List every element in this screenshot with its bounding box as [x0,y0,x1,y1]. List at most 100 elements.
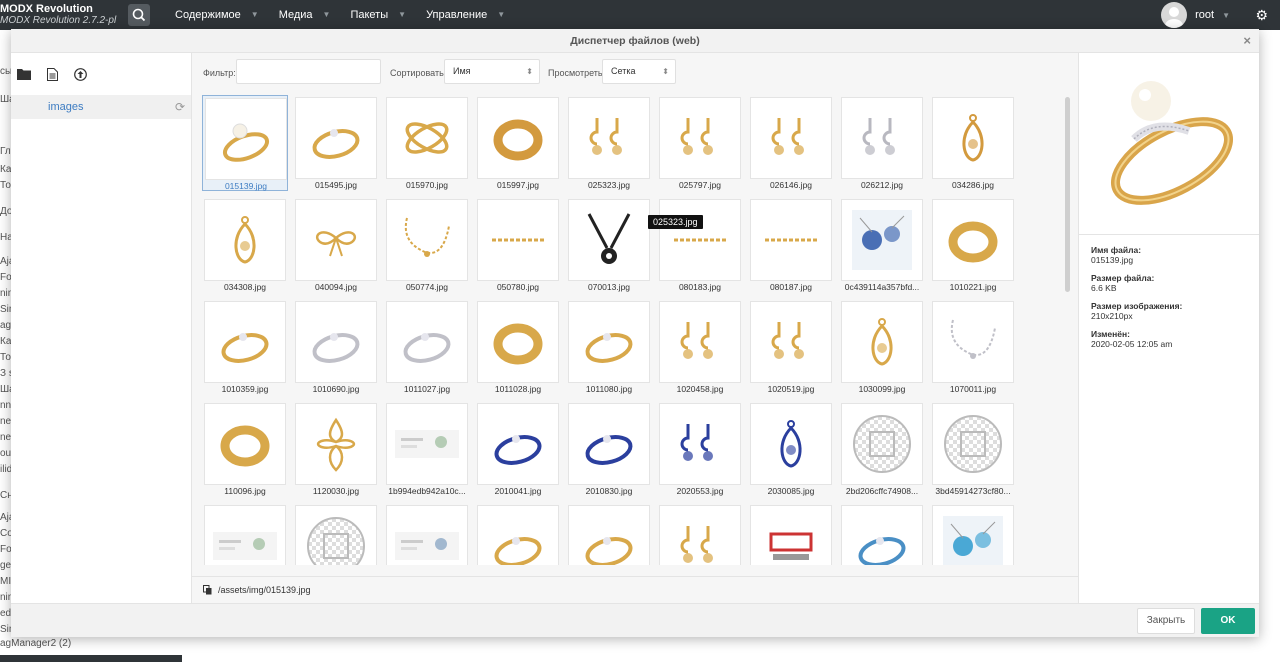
close-button[interactable]: Закрыть [1137,608,1195,634]
file-thumbnail[interactable]: 1b994edb942a10c... [384,401,470,497]
thumbnail-image [477,301,559,383]
thumbnail-image [841,199,923,281]
file-tooltip: 025323.jpg [648,215,703,229]
chevron-down-icon: ▼ [497,10,506,19]
info-value: 210x210px [1091,311,1133,321]
nav-item-media[interactable]: Медиа ▼ [269,0,341,30]
file-thumbnail[interactable]: 025797.jpg [657,95,743,191]
file-name: 1020519.jpg [767,384,815,394]
nav-item-manage[interactable]: Управление ▼ [416,0,515,30]
file-thumbnail[interactable]: 070013.jpg [566,197,652,293]
file-thumbnail[interactable] [748,503,834,565]
refresh-icon[interactable]: ⟳ [175,95,185,119]
file-thumbnail[interactable]: 0c439114a357bfd... [839,197,925,293]
folder-icon[interactable] [17,67,31,81]
grid-scrollbar[interactable] [1065,97,1070,292]
file-thumbnail[interactable]: 2030085.jpg [748,401,834,497]
file-thumbnail[interactable]: 1011080.jpg [566,299,652,395]
file-thumbnail[interactable]: 015997.jpg [475,95,561,191]
file-thumbnail[interactable] [930,503,1016,565]
upload-icon[interactable] [73,67,87,81]
file-thumbnail[interactable]: 1020519.jpg [748,299,834,395]
file-thumbnail[interactable]: 050780.jpg [475,197,561,293]
thumbnail-image [568,403,650,485]
filter-input[interactable] [236,59,381,84]
file-thumbnail[interactable]: 080187.jpg [748,197,834,293]
file-thumbnail[interactable]: 1070011.jpg [930,299,1016,395]
file-thumbnail[interactable]: 2020553.jpg [657,401,743,497]
nav-item-packages[interactable]: Пакеты ▼ [340,0,416,30]
new-file-icon[interactable] [45,67,59,81]
file-thumbnail[interactable]: 015970.jpg [384,95,470,191]
thumbnail-image [568,505,650,565]
thumbnail-image [477,97,559,179]
file-thumbnail[interactable] [566,503,652,565]
file-thumbnail[interactable] [475,503,561,565]
info-key: Размер файла: [1091,273,1155,283]
search-button[interactable] [128,4,150,26]
file-thumbnail[interactable]: 026146.jpg [748,95,834,191]
copy-icon[interactable] [203,585,212,595]
thumbnail-image [659,403,741,485]
thumbnail-image [659,199,741,281]
ok-button[interactable]: OK [1201,608,1255,634]
file-thumbnail[interactable] [202,503,288,565]
file-thumbnail[interactable]: 026212.jpg [839,95,925,191]
file-name: 1011027.jpg [403,384,451,394]
preview-image [1079,53,1259,235]
info-value: 2020-02-05 12:05 am [1091,339,1173,349]
nav-item-content[interactable]: Содержимое ▼ [165,0,269,30]
file-thumbnail[interactable]: 3bd45914273cf80... [930,401,1016,497]
view-select[interactable]: Сетка ⬍ [602,59,676,84]
file-thumbnail[interactable]: 1120030.jpg [293,401,379,497]
file-thumbnail[interactable]: 034308.jpg [202,197,288,293]
file-thumbnail[interactable]: 1010359.jpg [202,299,288,395]
close-icon[interactable]: × [1243,29,1251,53]
file-thumbnail[interactable] [384,503,470,565]
file-thumbnail[interactable]: 025323.jpg [566,95,652,191]
file-thumbnail[interactable] [293,503,379,565]
file-thumbnail[interactable] [839,503,925,565]
file-thumbnail[interactable]: 1011027.jpg [384,299,470,395]
sort-select[interactable]: Имя ⬍ [444,59,540,84]
info-key: Имя файла: [1091,245,1142,255]
file-info: Имя файла: 015139.jpg Размер файла: 6.6 KB Р… [1079,235,1259,367]
file-thumbnail[interactable]: 080183.jpg [657,197,743,293]
file-thumbnail[interactable]: 2010041.jpg [475,401,561,497]
file-thumbnail[interactable]: 1010221.jpg [930,197,1016,293]
background-statusbar [0,655,182,662]
brand[interactable]: MODX Revolution MODX Revolution 2.7.2-pl [0,3,116,27]
file-name: 0c439114a357bfd... [844,282,920,292]
tree-toolbar [11,53,191,95]
file-thumbnail[interactable] [657,503,743,565]
file-thumbnail[interactable]: 2bd206cffc74908... [839,401,925,497]
file-thumbnail[interactable]: 015139.jpg [202,95,288,191]
gear-icon[interactable]: ⚙ [1255,7,1268,24]
file-thumbnail[interactable]: 1020458.jpg [657,299,743,395]
file-thumbnail[interactable]: 034286.jpg [930,95,1016,191]
filter-bar: Фильтр: Сортировать: Имя ⬍ Просмотреть: … [192,53,1079,91]
filter-label: Фильтр: [203,68,236,78]
tree-node-images[interactable]: images ⟳ [11,95,191,119]
file-name: 1070011.jpg [949,384,997,394]
file-thumbnail[interactable]: 1030099.jpg [839,299,925,395]
file-thumbnail[interactable]: 2010830.jpg [566,401,652,497]
file-thumbnail[interactable]: 015495.jpg [293,95,379,191]
thumbnail-image [295,505,377,565]
user-menu[interactable]: root ▼ [1161,2,1230,28]
info-key: Изменён: [1091,329,1130,339]
file-thumbnail[interactable]: 1011028.jpg [475,299,561,395]
file-thumbnail[interactable]: 040094.jpg [293,197,379,293]
tree-node-label: images [48,101,84,113]
top-bar: MODX Revolution MODX Revolution 2.7.2-pl… [0,0,1280,30]
sort-value: Имя [453,66,471,76]
thumbnail-image [386,199,468,281]
file-thumbnail[interactable]: 1010690.jpg [293,299,379,395]
file-thumbnail[interactable]: 110096.jpg [202,401,288,497]
file-thumbnail[interactable]: 050774.jpg [384,197,470,293]
thumbnail-image [295,403,377,485]
file-name: 3bd45914273cf80... [935,486,1011,496]
file-name: 015495.jpg [314,180,358,190]
file-name: 026146.jpg [769,180,813,190]
search-icon [132,8,146,22]
